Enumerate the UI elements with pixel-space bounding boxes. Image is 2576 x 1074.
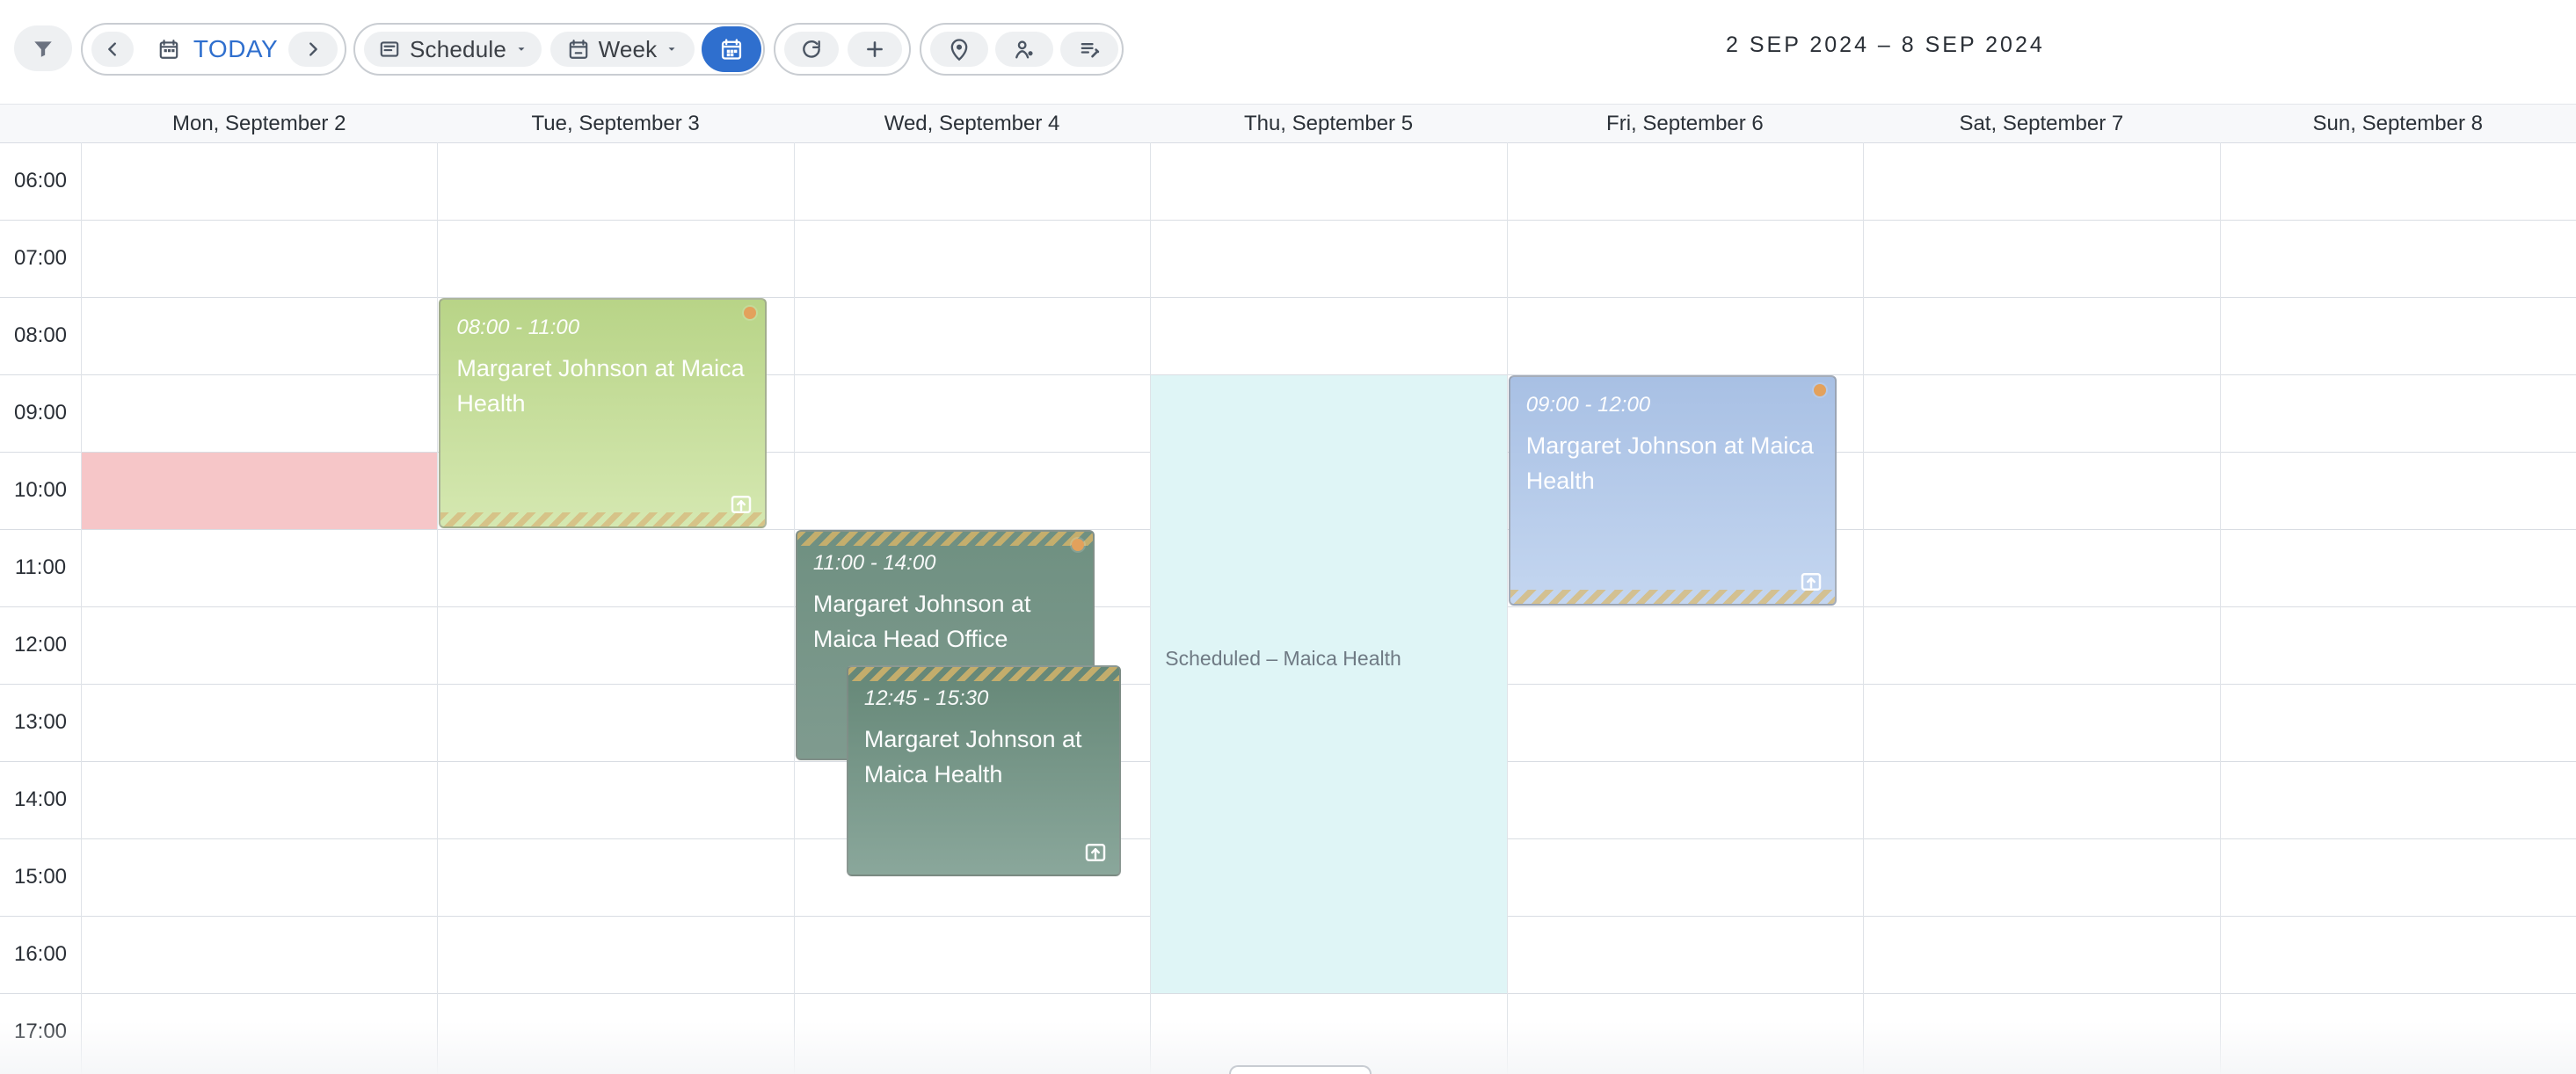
event-stripe xyxy=(440,512,766,526)
plus-icon xyxy=(863,38,886,61)
time-label: 07:00 xyxy=(13,246,68,270)
scheduled-block[interactable] xyxy=(1151,375,1507,993)
time-label: 10:00 xyxy=(13,478,68,502)
time-label: 09:00 xyxy=(13,401,68,425)
time-label: 12:00 xyxy=(13,633,68,657)
day-gridline xyxy=(81,142,82,1074)
chevron-left-icon xyxy=(103,40,122,59)
day-header-7: Sun, September 8 xyxy=(2312,112,2483,135)
today-label: TODAY xyxy=(193,35,279,62)
event-title: Margaret Johnson at Maica Health xyxy=(863,726,1082,787)
event-card[interactable]: 09:00 - 12:00 Margaret Johnson at Maica H… xyxy=(1508,375,1837,606)
time-label: 13:00 xyxy=(13,710,68,734)
add-event-button[interactable] xyxy=(848,32,902,67)
actions-group xyxy=(774,23,911,76)
previous-week-button[interactable] xyxy=(91,32,134,67)
day-header-5: Fri, September 6 xyxy=(1606,112,1764,135)
availability-block[interactable] xyxy=(82,453,438,529)
event-card[interactable]: 08:00 - 11:00 Margaret Johnson at Maica H… xyxy=(439,298,768,528)
event-time: 12:45 - 15:30 xyxy=(863,686,989,710)
calendar-app: TODAY Schedule Week 2 SEP 2024 – 8 SEP 2… xyxy=(0,0,2576,1074)
calendar-grid-icon xyxy=(719,37,744,62)
day-header-1: Mon, September 2 xyxy=(171,112,346,135)
date-picker-button[interactable] xyxy=(702,26,761,72)
view-group: Schedule Week xyxy=(353,23,765,76)
event-status-dot xyxy=(1072,539,1085,551)
refresh-button[interactable] xyxy=(784,32,839,67)
user-settings-button[interactable] xyxy=(995,32,1053,67)
hour-gridline xyxy=(0,993,2576,994)
day-header-4: Thu, September 5 xyxy=(1243,112,1414,135)
time-label: 16:00 xyxy=(13,942,68,966)
user-settings-icon xyxy=(1012,37,1037,62)
day-gridline xyxy=(437,142,439,1074)
location-pin-icon xyxy=(947,37,971,62)
event-title: Margaret Johnson at Maica Health xyxy=(1525,432,1814,494)
schedule-view-icon xyxy=(378,38,401,61)
event-title: Margaret Johnson at Maica Health xyxy=(456,355,745,417)
day-header-2: Tue, September 3 xyxy=(531,112,700,135)
today-button[interactable]: TODAY xyxy=(192,33,280,65)
hour-gridline xyxy=(0,297,2576,298)
open-in-new-icon[interactable] xyxy=(1798,569,1824,595)
week-grid: 06:00 07:00 08:00 09:00 10:00 11:00 12:00 13:00… xyxy=(0,142,2576,1074)
day-gridline xyxy=(1506,142,1508,1074)
day-header-row: Mon, September 2 Tue, September 3 Wed, Sep… xyxy=(0,104,2576,144)
event-title: Margaret Johnson at Maica Head Office xyxy=(812,591,1031,652)
time-label: 17:00 xyxy=(13,1020,68,1043)
filter-button[interactable] xyxy=(14,25,72,71)
open-in-new-icon[interactable] xyxy=(1082,839,1109,866)
day-gridline xyxy=(1863,142,1865,1074)
open-in-new-icon[interactable] xyxy=(728,491,754,518)
next-week-button[interactable] xyxy=(288,32,338,67)
event-status-dot xyxy=(1813,384,1826,396)
event-stripe xyxy=(797,532,1094,546)
event-time: 09:00 - 12:00 xyxy=(1525,393,1651,417)
hour-gridline xyxy=(0,142,2576,143)
time-column: 06:00 07:00 08:00 09:00 10:00 11:00 12:00 13:00… xyxy=(0,142,82,1074)
dropdown-caret-icon xyxy=(666,43,678,55)
calendar-toolbar: TODAY Schedule Week 2 SEP 2024 – 8 SEP 2… xyxy=(0,0,2576,104)
week-label: Week xyxy=(598,35,658,62)
scheduled-block-label: Scheduled – Maica Health xyxy=(1165,647,1401,671)
week-view-dropdown[interactable]: Week xyxy=(550,32,695,67)
navigation-group: TODAY xyxy=(81,23,346,76)
event-time: 08:00 - 11:00 xyxy=(456,316,580,339)
chevron-right-icon xyxy=(303,40,323,59)
day-gridline xyxy=(793,142,795,1074)
bottom-resize-handle[interactable] xyxy=(1229,1065,1372,1074)
event-status-dot xyxy=(744,307,757,319)
day-gridline xyxy=(2219,142,2221,1074)
schedule-view-dropdown[interactable]: Schedule xyxy=(364,32,542,67)
tools-group xyxy=(920,23,1124,76)
day-header-3: Wed, September 4 xyxy=(884,112,1060,135)
location-tool-button[interactable] xyxy=(930,32,988,67)
date-range-label: 2 SEP 2024 – 8 SEP 2024 xyxy=(1726,33,2045,57)
day-header-6: Sat, September 7 xyxy=(1959,112,2124,135)
time-label: 11:00 xyxy=(14,555,67,579)
calendar-icon xyxy=(157,38,180,61)
edit-list-button[interactable] xyxy=(1060,32,1118,67)
filter-icon xyxy=(32,37,55,60)
dropdown-caret-icon xyxy=(515,43,528,55)
event-card[interactable]: 12:45 - 15:30 Margaret Johnson at Maica H… xyxy=(846,665,1122,876)
calendar-week-icon xyxy=(567,38,590,61)
time-label: 15:00 xyxy=(13,865,68,889)
refresh-icon xyxy=(800,38,823,61)
event-stripe xyxy=(1510,590,1835,604)
hour-gridline xyxy=(0,220,2576,221)
time-label: 08:00 xyxy=(13,323,68,347)
event-time: 11:00 - 14:00 xyxy=(812,551,936,575)
time-label: 14:00 xyxy=(13,787,68,811)
time-label: 06:00 xyxy=(13,169,68,192)
schedule-label: Schedule xyxy=(409,35,507,62)
event-stripe xyxy=(848,667,1120,681)
today-calendar-icon-wrap xyxy=(155,33,183,65)
edit-list-icon xyxy=(1077,37,1102,62)
